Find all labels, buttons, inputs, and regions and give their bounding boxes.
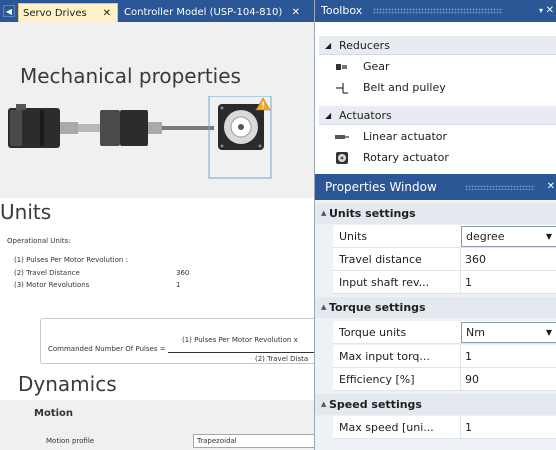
close-tab-icon[interactable]: ✕: [103, 4, 111, 23]
property-value: degree: [466, 230, 505, 243]
property-name: Torque units: [339, 326, 407, 339]
formula-denominator: (2) Travel Dista: [255, 355, 309, 363]
motion-label: Motion: [34, 408, 74, 419]
close-tab-icon[interactable]: ✕: [292, 3, 300, 22]
property-name: Travel distance: [339, 253, 422, 266]
toolbox-item-rotary-actuator[interactable]: Rotary actuator: [329, 148, 549, 168]
toolbox-header[interactable]: Toolbox ▾ ✕: [315, 0, 556, 22]
property-row-input-shaft-rev[interactable]: Input shaft rev... 1: [333, 271, 556, 294]
tab-servo-drives[interactable]: Servo Drives ✕: [18, 3, 118, 22]
property-value[interactable]: 360: [465, 248, 555, 271]
unit-row-value: 360: [176, 269, 190, 277]
mechanism-diagram: [8, 96, 272, 179]
document-pane: ◀ Servo Drives ✕ Controller Model (USP-1…: [0, 0, 314, 450]
close-icon[interactable]: ✕: [547, 174, 555, 200]
tab-controller-model[interactable]: Controller Model (USP-104-810) ✕: [120, 3, 306, 22]
units-dropdown[interactable]: degree ▼: [461, 226, 556, 247]
tab-label: Servo Drives: [23, 8, 87, 19]
gear-tool-icon: [333, 57, 351, 77]
collapse-triangle-icon[interactable]: ◢: [325, 106, 331, 125]
dropdown-arrow-icon[interactable]: ▼: [546, 323, 552, 342]
linear-actuator-icon: [333, 127, 351, 147]
motion-profile-dropdown[interactable]: Trapezoidal: [193, 434, 314, 448]
dynamics-title: Dynamics: [18, 372, 117, 396]
category-speed-settings[interactable]: ▲ Speed settings: [315, 394, 556, 415]
properties-grid: ▲ Units settings Units degree ▼ Travel d…: [315, 200, 556, 450]
category-torque-settings[interactable]: ▲ Torque settings: [315, 297, 556, 318]
toolbox-body: ◢ Reducers Gear Belt and pulley ◢ Actuat…: [315, 22, 556, 174]
close-icon[interactable]: ✕: [546, 0, 554, 22]
property-name: Efficiency [%]: [339, 373, 415, 386]
unit-row-label: (2) Travel Distance: [14, 269, 80, 277]
side-panels: Toolbox ▾ ✕ ◢ Reducers Gear Belt and pul…: [314, 0, 556, 450]
collapse-triangle-icon[interactable]: ▲: [321, 297, 326, 318]
rotary-actuator-component-icon[interactable]: [218, 104, 264, 150]
property-value: Nm: [466, 326, 485, 339]
formula-fraction-line: [168, 352, 314, 353]
document-tab-strip: ◀ Servo Drives ✕ Controller Model (USP-1…: [0, 0, 314, 22]
toolbox-item-linear-actuator[interactable]: Linear actuator: [329, 127, 549, 147]
torque-units-dropdown[interactable]: Nm ▼: [461, 322, 556, 343]
properties-window-title: Properties Window: [325, 180, 437, 194]
drag-grip[interactable]: [373, 8, 503, 14]
rotary-actuator-icon: [333, 148, 351, 168]
property-value[interactable]: 90: [465, 368, 555, 391]
property-row-efficiency[interactable]: Efficiency [%] 90: [333, 368, 556, 391]
unit-row-value: 1: [176, 281, 181, 289]
operational-units-label: Operational Units:: [7, 237, 71, 245]
collapse-triangle-icon[interactable]: ▲: [321, 203, 326, 224]
formula-numerator: (1) Pulses Per Motor Revolution x: [182, 336, 298, 344]
properties-window-header[interactable]: Properties Window ✕: [315, 174, 556, 200]
drive-shaft: [162, 126, 214, 130]
chevron-down-icon[interactable]: ▾: [539, 0, 543, 22]
formula-left: Commanded Number Of Pulses =: [48, 345, 166, 353]
tab-scroll-left-icon[interactable]: ◀: [3, 5, 15, 17]
property-name: Max speed [uni...: [339, 421, 434, 434]
motion-profile-label: Motion profile: [46, 437, 95, 445]
unit-row-label: (3) Motor Revolutions: [14, 281, 90, 289]
document-content: Mechanical properties Units Operational …: [0, 22, 314, 450]
property-row-max-speed[interactable]: Max speed [uni... 1: [333, 416, 556, 439]
units-title: Units: [0, 200, 52, 224]
collapse-triangle-icon[interactable]: ▲: [321, 394, 326, 415]
toolbox-group-reducers[interactable]: ◢ Reducers: [319, 36, 556, 55]
belt-pulley-icon: [333, 78, 351, 98]
mechanical-properties-title: Mechanical properties: [20, 64, 241, 88]
toolbox-group-actuators[interactable]: ◢ Actuators: [319, 106, 556, 125]
unit-row-label: (1) Pulses Per Motor Revolution :: [14, 256, 128, 264]
category-units-settings[interactable]: ▲ Units settings: [315, 203, 556, 224]
dropdown-arrow-icon[interactable]: ▼: [546, 227, 552, 246]
property-name: Units: [339, 230, 368, 243]
property-value[interactable]: 1: [465, 271, 555, 294]
property-row-torque-units[interactable]: Torque units Nm ▼: [333, 321, 556, 344]
property-row-max-input-torque[interactable]: Max input torq... 1: [333, 345, 556, 368]
property-name: Input shaft rev...: [339, 276, 430, 289]
property-name: Max input torq...: [339, 350, 430, 363]
property-value[interactable]: 1: [465, 416, 555, 439]
drag-grip[interactable]: [465, 185, 535, 190]
toolbox-item-belt-and-pulley[interactable]: Belt and pulley: [329, 78, 549, 98]
toolbox-title: Toolbox: [321, 4, 363, 17]
toolbox-item-gear[interactable]: Gear: [329, 57, 549, 77]
property-row-travel-distance[interactable]: Travel distance 360: [333, 248, 556, 271]
collapse-triangle-icon[interactable]: ◢: [325, 36, 331, 55]
coupling-icon[interactable]: [78, 110, 162, 146]
property-value[interactable]: 1: [465, 345, 555, 368]
property-row-units[interactable]: Units degree ▼: [333, 225, 556, 248]
tab-label: Controller Model (USP-104-810): [124, 7, 283, 18]
servo-motor-icon[interactable]: [8, 104, 78, 148]
